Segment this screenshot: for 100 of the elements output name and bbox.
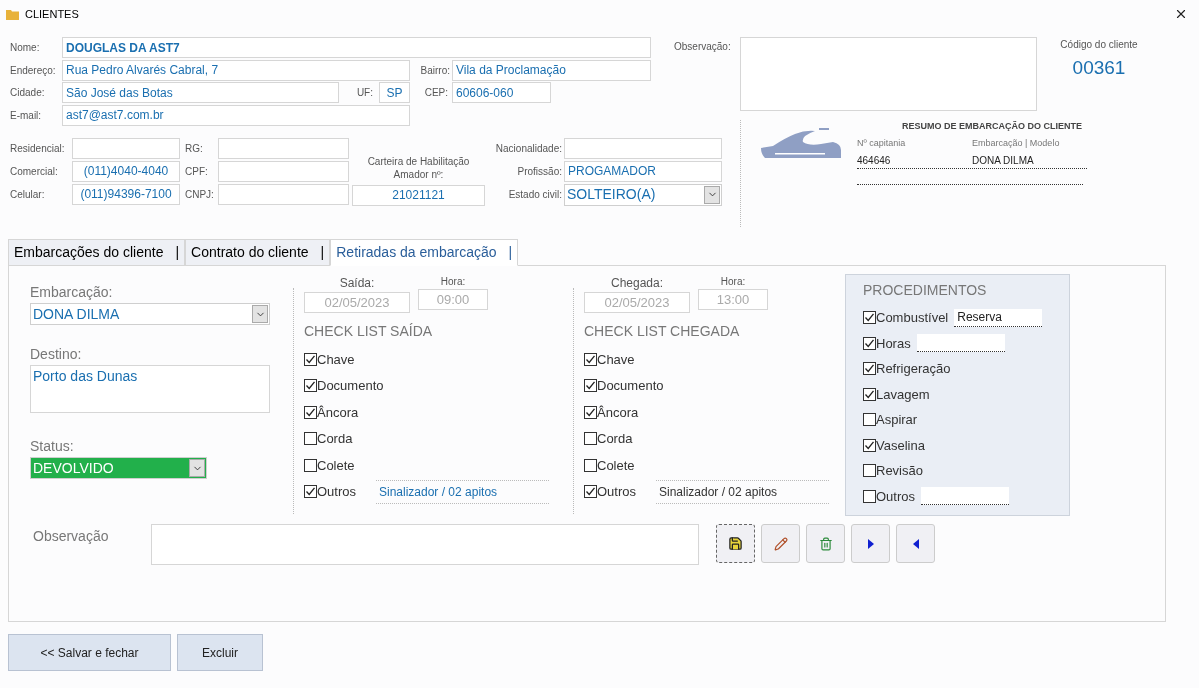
field-label: RG: <box>185 141 204 156</box>
field-label: Residencial: <box>10 141 66 156</box>
field-label: CPF: <box>185 164 209 179</box>
checkbox[interactable] <box>863 413 876 427</box>
section-heading: CHECK LIST CHEGADA <box>583 322 741 341</box>
field-label: Embarcação: <box>30 283 114 302</box>
input-field[interactable]: 60606-060 <box>452 82 551 103</box>
checkbox-label: Colete <box>317 456 356 475</box>
checkbox[interactable] <box>863 336 876 350</box>
checkbox-label: Revisão <box>876 462 923 480</box>
notes-field[interactable] <box>151 524 699 565</box>
field-label: Cidade: <box>10 86 46 100</box>
checkbox-label: Corda <box>317 430 354 448</box>
checkbox-label: Âncora <box>597 403 640 422</box>
summary-value: DONA DILMA <box>972 154 1035 168</box>
dropdown[interactable]: SOLTEIRO(A) <box>564 183 722 206</box>
input-field[interactable]: DOUGLAS DA AST7 <box>62 37 651 58</box>
field-label: Bairro: <box>419 63 451 78</box>
tab[interactable]: Embarcações do cliente | <box>8 239 186 266</box>
field-label: Comercial: <box>10 164 59 179</box>
field-label: Destino: <box>30 345 83 364</box>
input-field[interactable]: São José das Botas <box>62 82 339 103</box>
summary-label: Embarcação | Modelo <box>972 136 1060 150</box>
checkbox-label: Chave <box>597 350 636 369</box>
pencil-icon <box>773 536 788 551</box>
action-button[interactable]: << Salvar e fechar <box>8 634 171 671</box>
checkbox[interactable] <box>863 489 876 503</box>
checkbox-label: Chave <box>317 350 356 369</box>
checkbox-label: Documento <box>317 377 384 395</box>
window-title: CLIENTES <box>25 6 79 22</box>
input-field[interactable]: Vila da Proclamação <box>452 59 651 81</box>
checkbox-label: Colete <box>597 456 636 475</box>
input-field[interactable]: (011)94396-7100 <box>72 183 180 205</box>
checkbox-label: Combustível <box>876 309 949 327</box>
chevron-down-icon <box>252 305 268 323</box>
input-field[interactable]: ast7@ast7.com.br <box>62 104 410 126</box>
client-code-label: Código do cliente <box>1060 38 1138 52</box>
field-label: Observação: <box>674 40 732 54</box>
input-field[interactable]: (011)4040-4040 <box>72 160 180 182</box>
trash-icon <box>818 536 833 551</box>
input-field[interactable] <box>916 334 1005 353</box>
tab[interactable]: Contrato do cliente | <box>185 239 331 266</box>
checkbox-label: Vaselina <box>876 436 925 455</box>
field-label: Hora: <box>440 275 466 289</box>
toolbar-button[interactable] <box>716 524 755 563</box>
checkbox-label: Outros <box>317 483 357 501</box>
vessel-dropdown[interactable]: DONA DILMA <box>30 303 270 325</box>
field-label: Celular: <box>10 187 46 202</box>
save-icon <box>728 536 743 551</box>
field-label: Status: <box>30 437 75 456</box>
checkbox-label: Lavagem <box>876 385 930 404</box>
field-label: Estado civil: <box>507 188 563 202</box>
summary-title: RESUMO DE EMBARCAÇÃO DO CLIENTE <box>902 120 1083 133</box>
jet-ski-icon <box>761 128 841 160</box>
field-label: UF: <box>355 86 374 100</box>
field-label: Nome: <box>10 41 41 55</box>
checkbox[interactable] <box>863 362 876 376</box>
checkbox[interactable] <box>863 311 876 325</box>
checkbox-label: Âncora <box>317 403 360 422</box>
input-field[interactable] <box>921 487 1009 506</box>
caret-left-icon <box>912 538 919 549</box>
caret-right-icon <box>867 538 874 549</box>
summary-label: Nº capitania <box>857 136 907 150</box>
close-icon <box>1174 7 1188 21</box>
field-label: Nacionalidade: <box>494 141 563 156</box>
checkbox-label: Outros <box>876 487 915 506</box>
destination-field[interactable]: Porto das Dunas <box>30 365 270 413</box>
field-label: CNPJ: <box>185 187 215 202</box>
checkbox-label: Corda <box>597 430 634 448</box>
summary-value: 464646 <box>857 154 892 168</box>
field-label: Saída: <box>339 275 375 292</box>
observation-field[interactable] <box>740 37 1037 111</box>
folder-icon <box>6 8 19 20</box>
client-code: 00361 <box>1072 56 1126 80</box>
chevron-down-icon <box>704 185 720 204</box>
input-field[interactable]: 21021121 <box>352 184 485 206</box>
field-label: Chegada: <box>610 275 663 292</box>
checkbox-label: Horas <box>876 334 911 353</box>
status-dropdown[interactable]: DEVOLVIDO <box>30 457 207 479</box>
input-field[interactable]: Reserva <box>954 308 1043 327</box>
field-label: Hora: <box>720 275 746 289</box>
checkbox[interactable] <box>863 387 876 401</box>
tab[interactable]: Retiradas da embarcação | <box>330 239 519 266</box>
checkbox[interactable] <box>863 464 876 478</box>
section-heading: CHECK LIST SAÍDA <box>303 322 434 341</box>
checkbox-label: Outros <box>597 483 637 501</box>
checkbox-label: Documento <box>597 377 664 395</box>
input-field[interactable]: SP <box>379 82 410 103</box>
field-label: Profissão: <box>516 164 563 179</box>
input-field[interactable]: Rua Pedro Alvarés Cabral, 7 <box>62 59 410 81</box>
section-heading: PROCEDIMENTOS <box>863 281 988 300</box>
field-label: Endereço: <box>10 63 57 78</box>
field-label: CEP: <box>423 86 449 100</box>
field-label: Observação <box>33 527 110 546</box>
field-label: E-mail: <box>10 108 43 123</box>
action-button[interactable]: Excluir <box>177 634 263 671</box>
chevron-down-icon <box>189 459 205 477</box>
checkbox[interactable] <box>863 438 876 452</box>
checkbox-label: Aspirar <box>876 411 918 429</box>
input-field[interactable]: PROGAMADOR <box>564 160 722 182</box>
